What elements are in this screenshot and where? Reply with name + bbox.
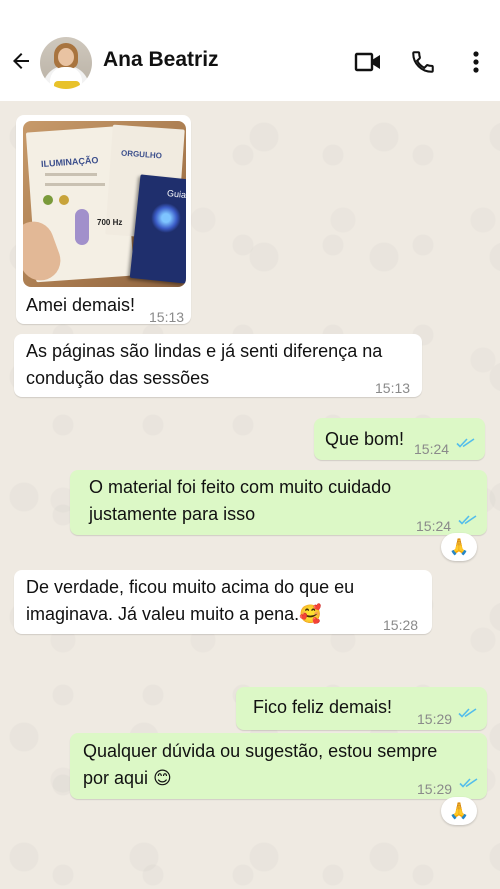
- video-call-button[interactable]: [354, 48, 382, 76]
- phone-icon: [412, 51, 434, 73]
- message-text: Fico feliz demais!: [253, 697, 393, 717]
- contact-name[interactable]: Ana Beatriz: [103, 48, 219, 72]
- book-title: Guia: [166, 188, 186, 200]
- voice-call-button[interactable]: [409, 48, 437, 76]
- message-text: De verdade, ficou muito acima do que eu i…: [26, 577, 355, 624]
- message-text: Qualquer dúvida ou sugestão, estou sempr…: [83, 741, 438, 788]
- message-text: Amei demais!: [26, 295, 136, 315]
- frequency-label: 700 Hz: [97, 218, 123, 227]
- message-time: 15:29: [417, 711, 453, 727]
- more-options-button[interactable]: [464, 48, 488, 76]
- read-ticks-icon: [459, 778, 478, 788]
- message-outgoing[interactable]: Fico feliz demais! 15:29: [236, 687, 487, 730]
- avatar[interactable]: [40, 37, 92, 89]
- arrow-left-icon: [13, 53, 29, 69]
- leaflet-title-right: ORGULHO: [120, 148, 163, 161]
- message-outgoing[interactable]: Qualquer dúvida ou sugestão, estou sempr…: [70, 733, 487, 799]
- message-time: 15:28: [383, 617, 419, 633]
- message-incoming-image[interactable]: ILUMINAÇÃO ORGULHO 700 Hz Guia Amei dema…: [16, 115, 191, 325]
- message-time: 15:24: [414, 441, 450, 457]
- message-outgoing[interactable]: Que bom! 15:24: [314, 418, 485, 460]
- read-ticks-icon: [458, 515, 477, 525]
- video-camera-icon: [354, 52, 380, 72]
- message-text: As páginas são lindas e já senti diferen…: [26, 341, 383, 388]
- shared-photo[interactable]: ILUMINAÇÃO ORGULHO 700 Hz Guia: [23, 121, 186, 287]
- back-button[interactable]: [8, 48, 34, 74]
- read-ticks-icon: [456, 438, 475, 448]
- message-text: O material foi feito com muito cuidado ju…: [89, 477, 392, 524]
- message-incoming[interactable]: De verdade, ficou muito acima do que eu i…: [14, 570, 432, 634]
- more-vertical-icon: [473, 51, 479, 73]
- message-outgoing[interactable]: O material foi feito com muito cuidado ju…: [70, 470, 487, 535]
- chat-header: Ana Beatriz: [0, 0, 500, 101]
- message-incoming[interactable]: As páginas são lindas e já senti diferen…: [14, 334, 422, 397]
- message-time: 15:13: [149, 309, 185, 325]
- message-text: Que bom!: [325, 429, 405, 449]
- message-time: 15:13: [375, 380, 411, 396]
- reaction-badge[interactable]: 🙏: [441, 797, 477, 825]
- read-ticks-icon: [458, 708, 477, 718]
- reaction-badge[interactable]: 🙏: [441, 533, 477, 561]
